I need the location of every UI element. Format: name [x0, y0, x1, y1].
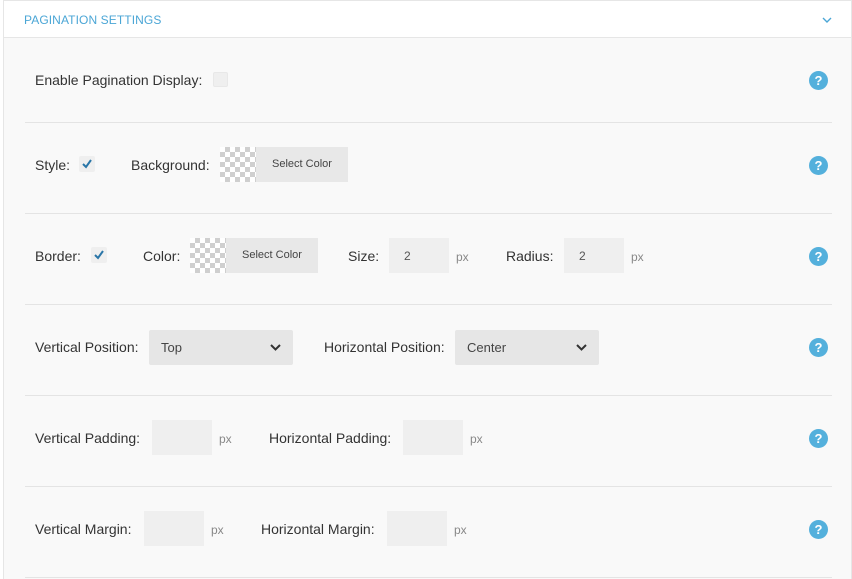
enable-pagination-label: Enable Pagination Display: [35, 72, 203, 88]
chevron-down-icon [270, 344, 281, 351]
vertical-margin-input[interactable] [144, 511, 204, 546]
vertical-margin-label: Vertical Margin: [35, 521, 132, 537]
border-checkbox[interactable] [91, 247, 107, 263]
pagination-settings-panel: PAGINATION SETTINGS Enable Pagination Di… [3, 0, 852, 579]
horizontal-padding-input[interactable] [403, 420, 463, 455]
horizontal-margin-label: Horizontal Margin: [261, 521, 375, 537]
vertical-padding-unit: px [219, 432, 232, 446]
vertical-margin-unit: px [211, 523, 224, 537]
check-icon [94, 250, 104, 260]
border-color-label: Color: [143, 248, 181, 264]
enable-pagination-checkbox[interactable] [213, 72, 228, 87]
border-size-input[interactable] [389, 238, 449, 273]
help-icon[interactable]: ? [809, 338, 828, 357]
horizontal-margin-input[interactable] [387, 511, 447, 546]
background-color-swatch[interactable] [220, 147, 256, 182]
row-margin: Vertical Margin: px Horizontal Margin: p… [25, 487, 832, 578]
row-padding: Vertical Padding: px Horizontal Padding:… [25, 396, 832, 487]
panel-title: PAGINATION SETTINGS [24, 13, 162, 27]
background-label: Background: [131, 157, 210, 173]
horizontal-position-label: Horizontal Position: [324, 339, 445, 355]
style-checkbox[interactable] [79, 156, 95, 172]
border-radius-input[interactable] [564, 238, 624, 273]
border-color-swatch[interactable] [190, 238, 226, 273]
help-icon[interactable]: ? [809, 429, 828, 448]
style-label: Style: [35, 157, 71, 173]
horizontal-padding-label: Horizontal Padding: [269, 430, 392, 446]
vertical-position-value: Top [161, 340, 182, 355]
border-size-label: Size: [348, 248, 380, 264]
vertical-position-label: Vertical Position: [35, 339, 139, 355]
row-style: Style: Background: Select Color ? [25, 123, 832, 214]
horizontal-position-select[interactable]: Center [455, 330, 599, 365]
help-icon[interactable]: ? [809, 71, 828, 90]
check-icon [82, 159, 92, 169]
border-size-unit: px [456, 250, 469, 264]
border-radius-unit: px [631, 250, 644, 264]
help-icon[interactable]: ? [809, 156, 828, 175]
border-radius-label: Radius: [506, 248, 554, 264]
vertical-position-select[interactable]: Top [149, 330, 293, 365]
help-icon[interactable]: ? [809, 520, 828, 539]
horizontal-position-value: Center [467, 340, 507, 355]
vertical-padding-label: Vertical Padding: [35, 430, 141, 446]
row-border: Border: Color: Select Color Size: px Rad… [25, 214, 832, 305]
chevron-down-icon [576, 344, 587, 351]
vertical-padding-input[interactable] [152, 420, 212, 455]
horizontal-padding-unit: px [470, 432, 483, 446]
row-enable-pagination: Enable Pagination Display: ? [25, 32, 832, 123]
horizontal-margin-unit: px [454, 523, 467, 537]
background-select-color-button[interactable]: Select Color [256, 147, 348, 182]
row-position: Vertical Position: Top Horizontal Positi… [25, 305, 832, 396]
chevron-down-icon[interactable] [821, 14, 833, 26]
border-label: Border: [35, 248, 81, 264]
help-icon[interactable]: ? [809, 247, 828, 266]
border-select-color-button[interactable]: Select Color [226, 238, 318, 273]
